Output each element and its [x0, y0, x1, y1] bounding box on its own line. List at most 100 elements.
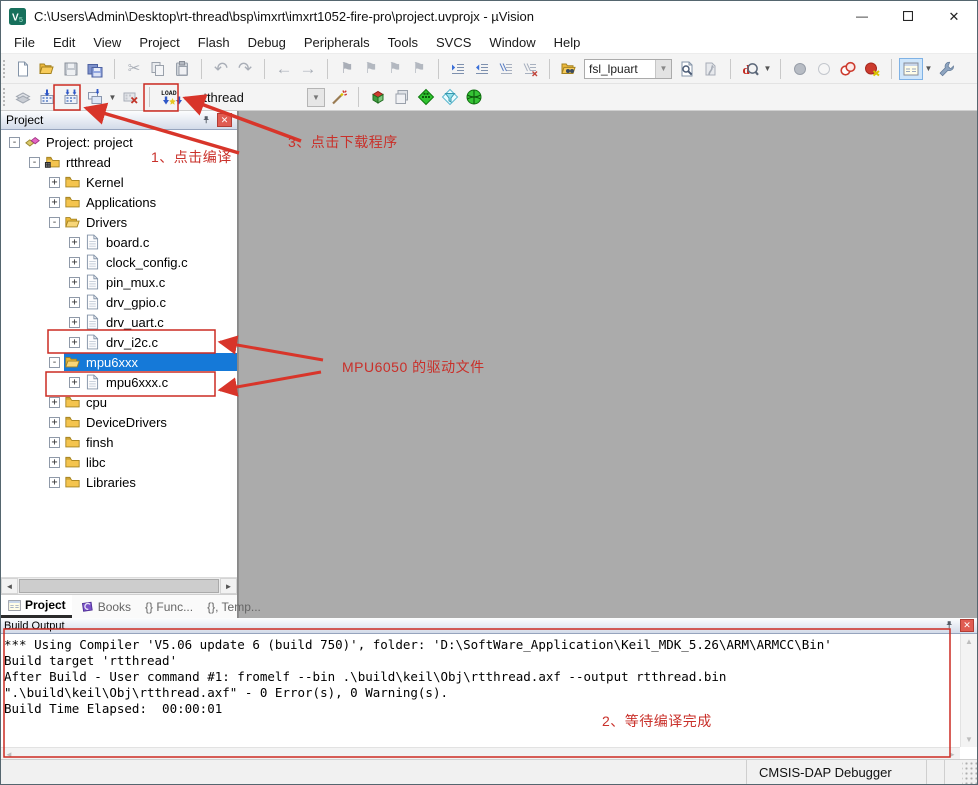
outdent-icon[interactable]	[470, 58, 494, 80]
window-list-icon[interactable]	[899, 58, 923, 80]
maximize-button[interactable]	[885, 2, 931, 31]
open-folder-icon[interactable]	[35, 58, 59, 80]
tree-item-board-c[interactable]: +board.c	[1, 232, 237, 252]
expand-icon[interactable]: +	[69, 237, 80, 248]
breakpoint-toggle-icon[interactable]	[788, 58, 812, 80]
tree-item-kernel[interactable]: +Kernel	[1, 172, 237, 192]
tree-item-mpu6xxx[interactable]: -mpu6xxx	[1, 352, 237, 372]
uncomment-icon[interactable]	[518, 58, 542, 80]
copy-group-icon[interactable]	[390, 86, 414, 108]
translate-icon[interactable]	[11, 86, 35, 108]
tree-item-libc[interactable]: +libc	[1, 452, 237, 472]
target-options-icon[interactable]	[327, 86, 351, 108]
tab-temp[interactable]: {}, Temp...	[201, 595, 267, 618]
scroll-down-icon[interactable]: ▼	[965, 735, 973, 744]
chevron-down-icon[interactable]: ▼	[762, 64, 773, 73]
rebuild-icon[interactable]	[59, 86, 83, 108]
tree-item-finsh[interactable]: +finsh	[1, 432, 237, 452]
build-icon[interactable]	[35, 86, 59, 108]
tree-item-drv-i2c-c[interactable]: +drv_i2c.c	[1, 332, 237, 352]
menu-svcs[interactable]: SVCS	[427, 33, 480, 52]
tab-func[interactable]: {} Func...	[139, 595, 199, 618]
tree-item-drv-uart-c[interactable]: +drv_uart.c	[1, 312, 237, 332]
chevron-down-icon[interactable]: ▼	[307, 88, 325, 107]
search-combo[interactable]: fsl_lpuart▼	[584, 59, 672, 79]
menu-help[interactable]: Help	[545, 33, 590, 52]
tree-item-applications[interactable]: +Applications	[1, 192, 237, 212]
collapse-icon[interactable]: -	[9, 137, 20, 148]
cut-icon[interactable]: ✂	[122, 58, 146, 80]
menu-window[interactable]: Window	[480, 33, 544, 52]
tree-item-drivers[interactable]: -Drivers	[1, 212, 237, 232]
expand-icon[interactable]: +	[49, 177, 60, 188]
find-in-files-icon[interactable]	[557, 58, 581, 80]
manage-items-icon[interactable]	[414, 86, 438, 108]
expand-icon[interactable]: +	[49, 437, 60, 448]
bookmark-toggle-icon[interactable]: ⚑	[335, 58, 359, 80]
chevron-down-icon[interactable]: ▼	[107, 93, 118, 102]
expand-icon[interactable]: +	[49, 397, 60, 408]
chevron-down-icon[interactable]: ▼	[655, 60, 671, 78]
collapse-icon[interactable]: -	[49, 217, 60, 228]
undo-icon[interactable]: ↶	[209, 58, 233, 80]
close-button[interactable]: ✕	[931, 2, 977, 31]
collapse-icon[interactable]: -	[49, 357, 60, 368]
file-extensions-icon[interactable]	[438, 86, 462, 108]
menu-edit[interactable]: Edit	[44, 33, 84, 52]
tree-item-mpu6xxx-c[interactable]: +mpu6xxx.c	[1, 372, 237, 392]
new-file-icon[interactable]	[11, 58, 35, 80]
tree-item-devicedrivers[interactable]: +DeviceDrivers	[1, 412, 237, 432]
paste-icon[interactable]	[170, 58, 194, 80]
scroll-up-icon[interactable]: ▲	[965, 637, 973, 646]
menu-debug[interactable]: Debug	[239, 33, 295, 52]
back-icon[interactable]: ←	[272, 58, 296, 80]
wrench-icon[interactable]	[934, 58, 958, 80]
bookmark-next-icon[interactable]: ⚑	[383, 58, 407, 80]
menu-peripherals[interactable]: Peripherals	[295, 33, 379, 52]
tree-item-libraries[interactable]: +Libraries	[1, 472, 237, 492]
menu-tools[interactable]: Tools	[379, 33, 427, 52]
target-combo[interactable]: rtthread▼	[191, 87, 325, 108]
stop-build-icon[interactable]	[118, 86, 142, 108]
debug-search-icon[interactable]: d	[738, 58, 762, 80]
scroll-right-icon[interactable]: ►	[220, 578, 237, 594]
tree-item-drv-gpio-c[interactable]: +drv_gpio.c	[1, 292, 237, 312]
breakpoint-kill-icon[interactable]	[860, 58, 884, 80]
run-to-cursor-icon[interactable]	[699, 58, 723, 80]
project-tree-hscrollbar[interactable]: ◄ ►	[1, 577, 237, 594]
expand-icon[interactable]: +	[69, 377, 80, 388]
pin-icon[interactable]	[200, 114, 213, 127]
redo-icon[interactable]: ↷	[233, 58, 257, 80]
save-icon[interactable]	[59, 58, 83, 80]
scroll-thumb[interactable]	[19, 579, 219, 593]
batch-build-icon[interactable]	[83, 86, 107, 108]
save-all-icon[interactable]	[83, 58, 107, 80]
tree-item-clock-config-c[interactable]: +clock_config.c	[1, 252, 237, 272]
expand-icon[interactable]: +	[69, 317, 80, 328]
menu-project[interactable]: Project	[130, 33, 188, 52]
load-icon[interactable]: LOAD	[157, 86, 189, 108]
project-panel-close-icon[interactable]: ✕	[217, 113, 232, 127]
build-output-close-icon[interactable]: ✕	[960, 619, 974, 632]
bookmark-clear-icon[interactable]: ⚑	[407, 58, 431, 80]
tab-project[interactable]: Project	[1, 595, 72, 618]
expand-icon[interactable]: +	[49, 457, 60, 468]
comment-icon[interactable]	[494, 58, 518, 80]
menu-view[interactable]: View	[84, 33, 130, 52]
toolbar-grip[interactable]	[3, 88, 10, 106]
tree-item-project-project[interactable]: -Project: project	[1, 132, 237, 152]
tab-books[interactable]: Books	[74, 595, 137, 618]
expand-icon[interactable]: +	[49, 417, 60, 428]
expand-icon[interactable]: +	[69, 337, 80, 348]
indent-icon[interactable]	[446, 58, 470, 80]
pin-icon[interactable]	[943, 619, 956, 632]
expand-icon[interactable]: +	[49, 197, 60, 208]
minimize-button[interactable]: —	[839, 2, 885, 31]
expand-icon[interactable]: +	[69, 297, 80, 308]
rte-icon[interactable]	[366, 86, 390, 108]
collapse-icon[interactable]: -	[29, 157, 40, 168]
toolbar-grip[interactable]	[3, 60, 10, 78]
expand-icon[interactable]: +	[69, 257, 80, 268]
expand-icon[interactable]: +	[49, 477, 60, 488]
tree-item-cpu[interactable]: +cpu	[1, 392, 237, 412]
